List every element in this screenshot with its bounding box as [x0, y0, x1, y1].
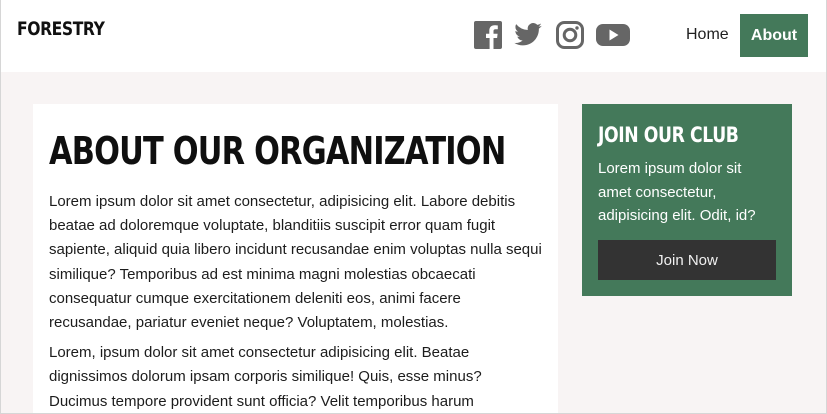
nav-home-link[interactable]: Home: [686, 26, 729, 44]
club-text: Lorem ipsum dolor sit amet consectetur, …: [598, 160, 756, 224]
instagram-link[interactable]: [555, 18, 585, 52]
article-paragraph: Lorem, ipsum dolor sit amet consectetur …: [49, 344, 482, 410]
nav-about-link[interactable]: About: [740, 14, 808, 57]
youtube-icon: [595, 20, 631, 50]
instagram-icon: [555, 20, 585, 50]
page-title: ABOUT OUR ORGANIZATION: [49, 129, 506, 173]
site-logo[interactable]: FORESTRY: [17, 18, 105, 40]
club-title: JOIN OUR CLUB: [598, 123, 739, 147]
join-now-button[interactable]: Join Now: [598, 240, 776, 280]
facebook-link[interactable]: [473, 18, 503, 52]
twitter-icon: [513, 20, 543, 50]
facebook-icon: [473, 20, 503, 50]
about-article: ABOUT OUR ORGANIZATION Lorem ipsum dolor…: [33, 104, 558, 414]
twitter-link[interactable]: [513, 18, 543, 52]
join-club-panel: JOIN OUR CLUB Lorem ipsum dolor sit amet…: [582, 104, 792, 296]
article-paragraph: Lorem ipsum dolor sit amet consectetur, …: [49, 193, 542, 332]
youtube-link[interactable]: [595, 18, 631, 52]
top-header: FORESTRY Home About: [0, 0, 827, 72]
